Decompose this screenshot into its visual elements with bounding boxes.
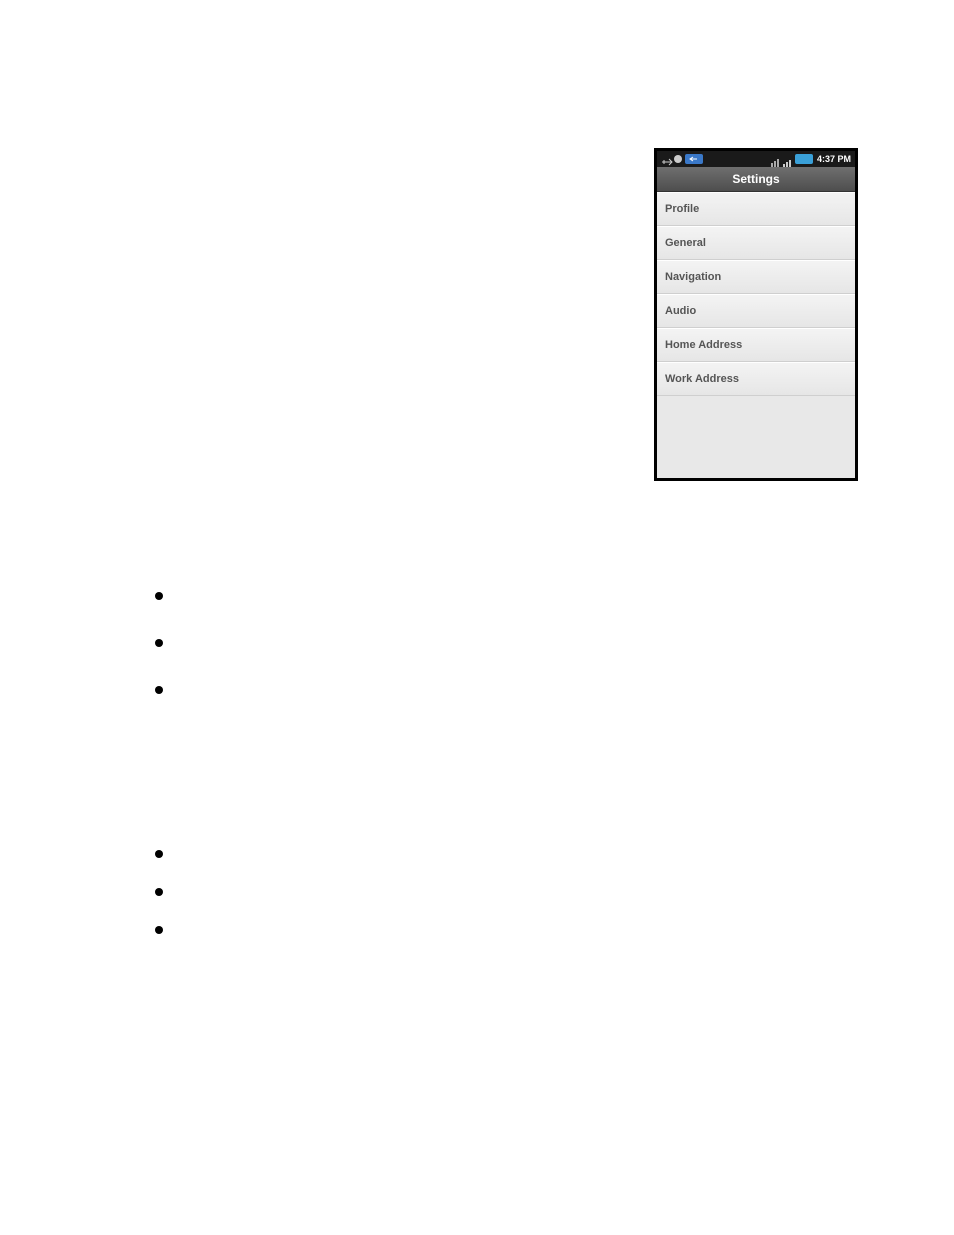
signal-icon xyxy=(783,154,793,164)
bullet-icon xyxy=(155,639,163,647)
bullet-block-2 xyxy=(155,850,163,964)
phone-frame: 4:37 PM Settings Profile General Navigat… xyxy=(654,148,858,481)
settings-item-label: Audio xyxy=(665,305,696,317)
bullet-icon xyxy=(155,686,163,694)
settings-item-general[interactable]: General xyxy=(657,226,855,260)
status-right: 4:37 PM xyxy=(771,154,851,164)
page-title: Settings xyxy=(732,172,779,186)
network-icon xyxy=(771,154,781,164)
status-time: 4:37 PM xyxy=(817,154,851,164)
settings-item-navigation[interactable]: Navigation xyxy=(657,260,855,294)
settings-item-label: Profile xyxy=(665,203,699,215)
settings-item-label: Work Address xyxy=(665,373,739,385)
disk-icon xyxy=(674,155,682,163)
bullet-icon xyxy=(155,592,163,600)
status-bar: 4:37 PM xyxy=(657,151,855,167)
bullet-block-1 xyxy=(155,592,163,733)
title-bar: Settings xyxy=(657,167,855,192)
status-left xyxy=(661,154,703,164)
settings-item-home-address[interactable]: Home Address xyxy=(657,328,855,362)
bullet-icon xyxy=(155,926,163,934)
usb-icon xyxy=(661,154,671,164)
settings-list: Profile General Navigation Audio Home Ad… xyxy=(657,192,855,396)
bullet-icon xyxy=(155,850,163,858)
settings-item-work-address[interactable]: Work Address xyxy=(657,362,855,396)
settings-item-label: Home Address xyxy=(665,339,742,351)
settings-item-label: Navigation xyxy=(665,271,721,283)
back-badge-icon xyxy=(685,154,703,164)
settings-item-label: General xyxy=(665,237,706,249)
settings-item-audio[interactable]: Audio xyxy=(657,294,855,328)
settings-item-profile[interactable]: Profile xyxy=(657,192,855,226)
battery-icon xyxy=(795,154,813,164)
bullet-icon xyxy=(155,888,163,896)
